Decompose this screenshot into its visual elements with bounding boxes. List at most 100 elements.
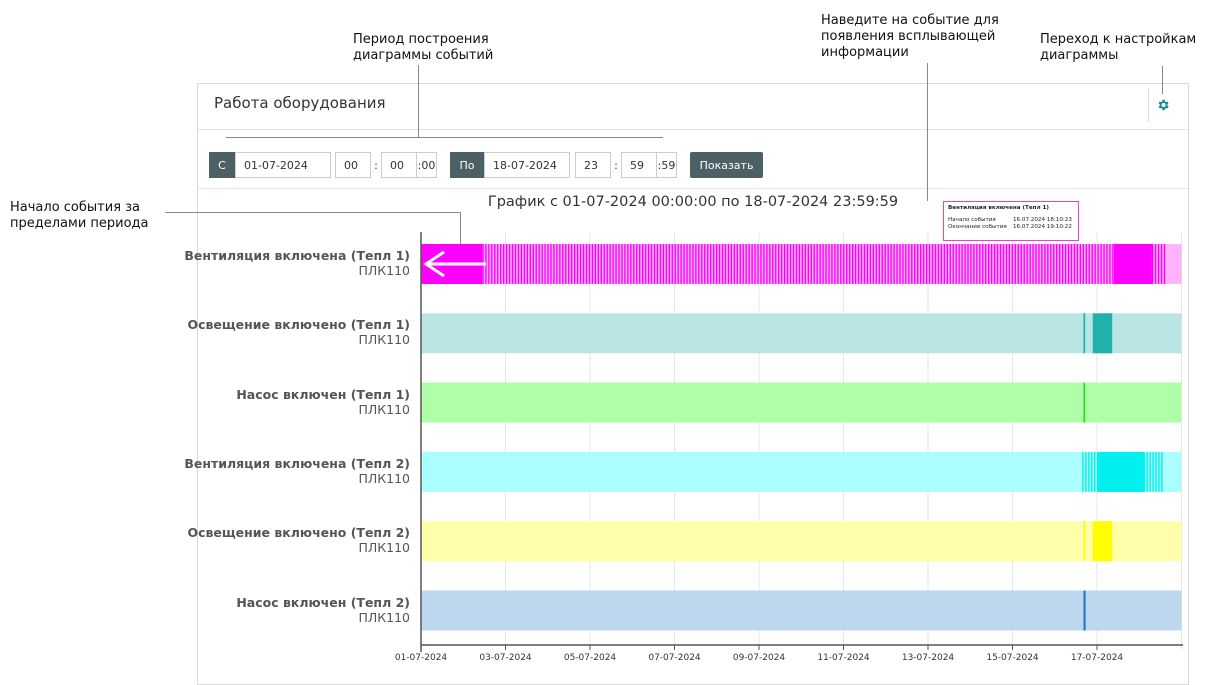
event-bar	[748, 244, 750, 284]
event-bar	[665, 244, 668, 284]
x-tick-label: 09-07-2024	[733, 653, 786, 663]
event-bar	[772, 244, 774, 284]
event-bar	[828, 244, 830, 284]
tooltip-start-value: 16.07.2024 18:10:23	[1013, 217, 1072, 223]
event-bar	[653, 244, 656, 284]
event-bar	[851, 244, 854, 284]
event-bar	[780, 244, 783, 284]
event-bar	[491, 244, 493, 284]
event-bar	[1158, 451, 1160, 492]
event-bar	[999, 244, 1002, 284]
event-bar	[505, 244, 508, 284]
event-bar	[840, 244, 842, 284]
event-bar	[967, 244, 969, 284]
event-bar	[588, 244, 591, 284]
x-tick-label: 11-07-2024	[817, 653, 870, 663]
series-background	[421, 382, 1182, 423]
x-tick-label: 05-07-2024	[564, 653, 617, 663]
event-bar	[707, 244, 709, 284]
event-bar	[1112, 244, 1114, 284]
event-bar	[914, 244, 916, 284]
event-bar	[946, 244, 948, 284]
tooltip-title: Вентиляция включена (Тепл 1)	[948, 205, 1049, 211]
event-bar	[795, 244, 798, 284]
event-bar	[594, 244, 597, 284]
event-bar	[591, 244, 594, 284]
event-bar	[985, 244, 987, 284]
event-bar	[831, 244, 833, 284]
event-bar	[721, 244, 724, 284]
event-bar	[931, 244, 934, 284]
event-bar	[819, 244, 821, 284]
event-bar	[846, 244, 848, 284]
event-bar	[718, 244, 721, 284]
event-bar	[798, 244, 801, 284]
event-bar	[866, 244, 869, 284]
event-bar	[881, 244, 883, 284]
event-bar	[766, 244, 768, 284]
event-bar	[955, 244, 957, 284]
event-bar	[825, 244, 827, 284]
event-bar	[925, 244, 928, 284]
event-bar	[1017, 244, 1019, 284]
event-bar	[940, 244, 943, 284]
event-bar	[1146, 451, 1148, 492]
event-bar	[677, 244, 679, 284]
event-bar	[1157, 244, 1160, 284]
event-bar	[488, 244, 490, 284]
event-bar	[860, 244, 863, 284]
period-pointer-line	[418, 65, 419, 138]
event-bar	[1103, 244, 1105, 284]
event-bar	[996, 244, 999, 284]
event-bar	[1161, 451, 1163, 492]
event-bar	[1061, 244, 1064, 284]
series-background	[421, 451, 1182, 492]
tooltip-end-value: 16.07.2024 19:10:22	[1013, 224, 1072, 230]
event-bar	[908, 244, 910, 284]
event-bar	[680, 244, 682, 284]
tooltip-end-row: Окончание события 16.07.2024 19:10:22	[948, 224, 1074, 231]
event-bar	[751, 244, 753, 284]
event-bar	[523, 244, 526, 284]
event-bar	[704, 244, 706, 284]
event-bar	[576, 244, 579, 284]
event-bar	[822, 244, 824, 284]
event-bar	[1005, 244, 1008, 284]
event-bar	[899, 244, 901, 284]
event-bar	[497, 244, 499, 284]
event-bar	[538, 244, 540, 284]
event-bar	[902, 244, 904, 284]
event-bar	[695, 244, 697, 284]
event-bar	[727, 244, 730, 284]
event-bar	[1088, 244, 1090, 284]
event-bar	[911, 244, 913, 284]
event-bar	[1154, 244, 1157, 284]
event-bar	[550, 244, 552, 284]
event-bar	[609, 244, 611, 284]
event-bar	[1106, 244, 1108, 284]
event-bar	[1085, 451, 1087, 492]
event-bar	[1083, 590, 1086, 631]
event-bar	[565, 244, 567, 284]
event-bar	[875, 244, 878, 284]
event-bar	[1082, 451, 1084, 492]
event-bar	[1097, 451, 1144, 492]
event-bar	[1044, 244, 1046, 284]
event-bar	[502, 244, 505, 284]
event-bar	[535, 244, 537, 284]
event-bar	[1097, 244, 1099, 284]
settings-pointer-line	[1162, 66, 1163, 94]
event-bar	[627, 244, 629, 284]
event-bar	[671, 244, 673, 284]
event-bar	[919, 244, 922, 284]
event-bar	[662, 244, 665, 284]
event-bar	[987, 244, 990, 284]
event-bar	[810, 244, 812, 284]
event-bar	[742, 244, 744, 284]
event-bar	[1152, 451, 1154, 492]
event-bar	[757, 244, 759, 284]
event-bar	[816, 244, 818, 284]
event-bar	[600, 244, 602, 284]
event-bar	[754, 244, 756, 284]
event-bar	[636, 244, 638, 284]
